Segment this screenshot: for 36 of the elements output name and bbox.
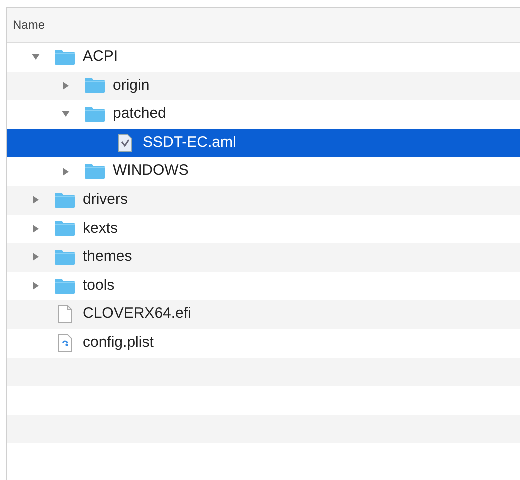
column-header[interactable]: Name bbox=[7, 16, 52, 34]
document-icon bbox=[118, 134, 132, 153]
folder-icon bbox=[54, 48, 76, 66]
expanded-arrow-icon[interactable] bbox=[61, 109, 71, 120]
collapsed-arrow-icon[interactable] bbox=[31, 281, 41, 292]
item-name: themes bbox=[83, 247, 132, 268]
folder-icon bbox=[84, 163, 106, 180]
folder-icon bbox=[54, 220, 76, 238]
collapsed-arrow-icon[interactable] bbox=[61, 166, 71, 177]
folder-icon bbox=[54, 192, 76, 209]
item-name: SSDT-EC.aml bbox=[143, 132, 236, 153]
item-name: tools bbox=[83, 276, 115, 296]
tree-row[interactable]: themes bbox=[7, 243, 520, 272]
item-name: origin bbox=[113, 76, 150, 96]
folder-icon bbox=[54, 278, 76, 295]
folder-icon bbox=[84, 77, 106, 94]
expanded-arrow-icon[interactable] bbox=[31, 52, 41, 62]
item-name: ACPI bbox=[83, 47, 118, 68]
collapsed-arrow-icon[interactable] bbox=[31, 195, 41, 206]
collapsed-arrow-icon[interactable] bbox=[61, 80, 71, 91]
blank-file-icon bbox=[58, 305, 72, 324]
tree-row[interactable]: origin bbox=[7, 72, 520, 100]
folder-icon bbox=[84, 106, 106, 123]
folder-icon bbox=[54, 248, 76, 266]
tree-row[interactable]: drivers bbox=[7, 186, 520, 215]
item-name: config.plist bbox=[83, 332, 154, 353]
collapsed-arrow-icon[interactable] bbox=[31, 252, 41, 262]
tree-row[interactable]: SSDT-EC.aml bbox=[7, 128, 520, 158]
item-name: WINDOWS bbox=[113, 161, 189, 182]
collapsed-arrow-icon[interactable] bbox=[31, 224, 41, 234]
tree-row[interactable]: CLOVERX64.efi bbox=[7, 300, 520, 329]
item-name: patched bbox=[113, 104, 166, 124]
item-name: CLOVERX64.efi bbox=[83, 304, 192, 324]
item-name: drivers bbox=[83, 190, 128, 210]
item-name: kexts bbox=[83, 218, 118, 239]
document-icon bbox=[58, 334, 72, 353]
